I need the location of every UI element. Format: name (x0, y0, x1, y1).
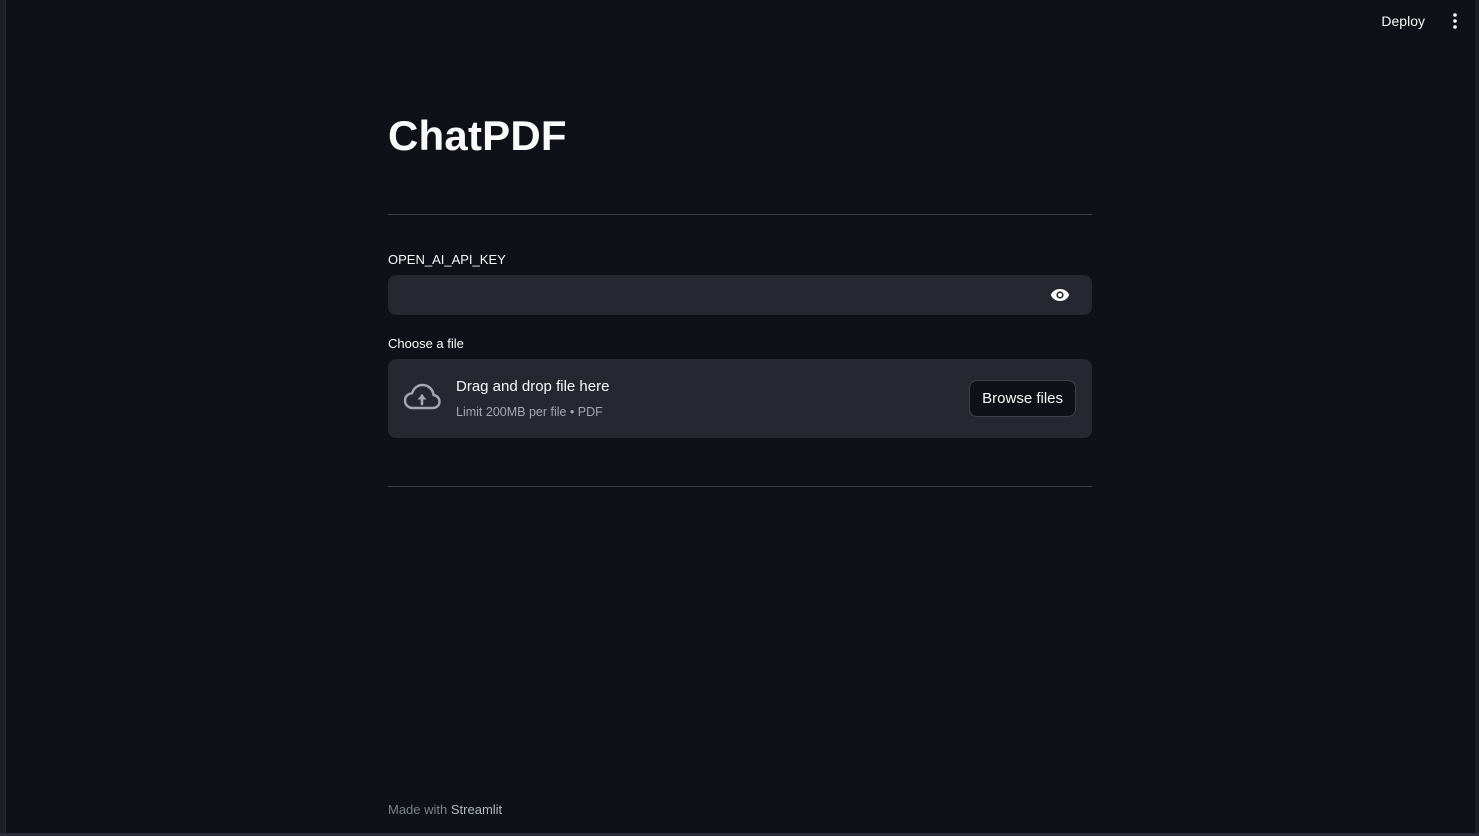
dropzone-limit-text: Limit 200MB per file • PDF (456, 405, 603, 419)
api-key-input[interactable] (388, 275, 1028, 315)
deploy-button[interactable]: Deploy (1373, 9, 1433, 33)
show-password-button[interactable] (1048, 285, 1072, 305)
dropzone-title: Drag and drop file here (456, 378, 610, 395)
api-key-field (388, 275, 1092, 315)
right-window-edge (1475, 0, 1479, 836)
bottom-divider (388, 486, 1092, 487)
top-toolbar: Deploy (1373, 8, 1465, 34)
page-title: ChatPDF (388, 112, 567, 159)
file-dropzone[interactable]: Drag and drop file here Limit 200MB per … (388, 359, 1092, 438)
browse-files-button[interactable]: Browse files (969, 380, 1076, 417)
footer-prefix: Made with (388, 802, 448, 817)
kebab-vertical-icon (1453, 13, 1457, 29)
file-upload-label: Choose a file (388, 336, 464, 351)
left-window-edge (0, 0, 6, 836)
streamlit-link[interactable]: Streamlit (451, 802, 502, 817)
eye-icon (1050, 289, 1070, 301)
footer: Made with Streamlit (388, 802, 502, 817)
cloud-upload-icon (403, 383, 441, 410)
top-divider (388, 214, 1092, 215)
api-key-label: OPEN_AI_API_KEY (388, 252, 506, 267)
main-menu-button[interactable] (1445, 8, 1465, 34)
